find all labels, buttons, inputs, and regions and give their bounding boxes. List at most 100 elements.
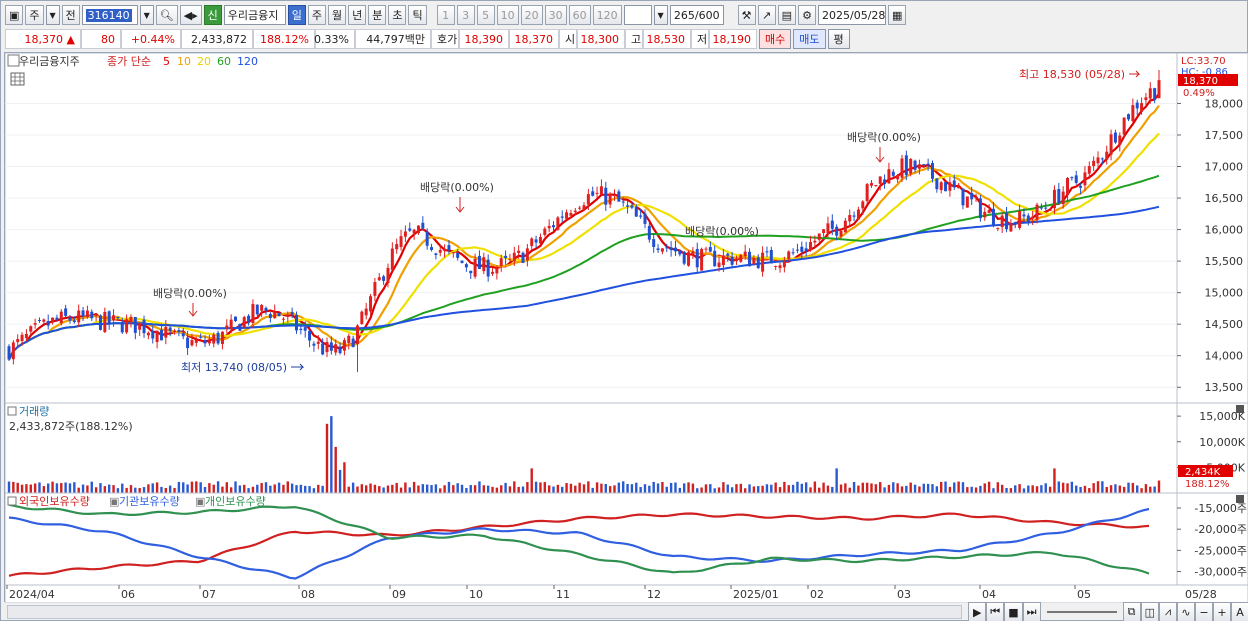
date-input[interactable]: 2025/05/28 xyxy=(818,5,887,25)
candle-body xyxy=(957,185,961,189)
minute-10-button[interactable]: 10 xyxy=(496,5,519,25)
minute-20-button[interactable]: 20 xyxy=(520,5,543,25)
volume-bar xyxy=(295,485,298,493)
chart-area[interactable]: 13,500 14,000 14,500 15,000 15,500 16,000 16,5… xyxy=(4,52,1248,604)
candle-body xyxy=(891,171,895,176)
stock-code-value: 316140 xyxy=(85,8,132,22)
scroll-first-icon[interactable]: ⏮ xyxy=(986,602,1005,621)
legend-toggle-icon[interactable] xyxy=(7,54,20,67)
volume-bar xyxy=(1044,483,1047,493)
grid-table-icon[interactable] xyxy=(10,72,25,86)
holding-tick-label: -25,000주 xyxy=(1194,544,1247,557)
minute-30-button[interactable]: 30 xyxy=(544,5,567,25)
stop-icon[interactable]: ■ xyxy=(1004,602,1023,621)
candle-body xyxy=(59,311,63,324)
save-icon[interactable]: ▤ xyxy=(777,5,797,25)
scroll-last-icon[interactable]: ⏭ xyxy=(1022,602,1041,621)
volume-toggle-icon[interactable] xyxy=(7,406,17,416)
candle-body xyxy=(578,207,582,209)
calendar-icon[interactable]: ▦ xyxy=(888,5,907,25)
x-tick-label: 02 xyxy=(810,588,824,601)
zoom-slider[interactable] xyxy=(1046,611,1117,613)
period-weekly-button[interactable]: 주 xyxy=(25,5,44,25)
candle-body xyxy=(1148,88,1152,99)
period-year-button[interactable]: 년 xyxy=(348,5,367,25)
period-tick-button[interactable]: 틱 xyxy=(408,5,427,25)
holding-sep-icon-2: ▣ xyxy=(195,495,205,508)
gear-icon[interactable]: ⚙ xyxy=(798,5,817,25)
average-button[interactable]: 평 xyxy=(827,29,850,49)
volume-bar xyxy=(373,484,377,493)
settings-tools-icon[interactable]: ⚒ xyxy=(737,5,756,25)
period-second-button[interactable]: 초 xyxy=(388,5,407,25)
candle-body xyxy=(434,253,438,256)
wave-icon[interactable]: ∿ xyxy=(1177,602,1195,621)
candle-body xyxy=(922,164,926,166)
holding-close-icon[interactable] xyxy=(1236,495,1244,503)
volume-bar xyxy=(761,485,764,493)
zoom-in-icon[interactable]: + xyxy=(1213,602,1231,621)
new-tag: 신 xyxy=(203,5,222,25)
volume-value: 2,433,872 xyxy=(181,29,253,49)
candle-body xyxy=(85,310,89,318)
minute-5-button[interactable]: 5 xyxy=(476,5,495,25)
volume-bar xyxy=(791,484,795,493)
speaker-icon[interactable]: ◀▸ xyxy=(179,5,202,25)
count-input[interactable]: 265/600 xyxy=(669,5,724,25)
volume-bar xyxy=(317,484,320,493)
volume-bar xyxy=(918,486,921,493)
minute-120-button[interactable]: 120 xyxy=(592,5,622,25)
view-all-button[interactable]: 전 xyxy=(61,5,80,25)
stock-code-input[interactable]: 316140 xyxy=(81,5,138,25)
volume-bar xyxy=(717,487,721,493)
overlay-icon[interactable]: ◫ xyxy=(1140,602,1159,621)
candle-body xyxy=(1092,160,1096,167)
period-week-button[interactable]: 주 xyxy=(307,5,326,25)
period-minute-button[interactable]: 분 xyxy=(368,5,387,25)
volume-bar xyxy=(125,487,128,493)
candle-body xyxy=(748,251,752,267)
volume-close-icon[interactable] xyxy=(1236,405,1244,413)
volume-bar xyxy=(813,481,817,493)
custom-period-dropdown[interactable]: ▼ xyxy=(653,5,668,25)
x-tick-label: 07 xyxy=(202,588,216,601)
volume-bar xyxy=(835,468,838,493)
chevron-down-icon[interactable]: ▼ xyxy=(45,5,60,25)
candle-body xyxy=(469,270,473,274)
volume-bar xyxy=(861,482,864,493)
candle-body xyxy=(930,163,934,179)
minute-1-button[interactable]: 1 xyxy=(436,5,455,25)
font-size-icon[interactable]: A xyxy=(1231,602,1248,621)
scroll-right-icon[interactable]: ▶ xyxy=(968,602,987,621)
stock-name-field[interactable]: 우리금융지 xyxy=(223,5,286,25)
chart-svg[interactable]: 13,500 14,000 14,500 15,000 15,500 16,000 16,5… xyxy=(4,52,1248,604)
horizontal-scrollbar[interactable] xyxy=(7,605,963,619)
copy-icon[interactable]: ⧉ xyxy=(1122,602,1141,621)
zoom-out-icon[interactable]: − xyxy=(1195,602,1213,621)
volume-ratio: 188.12% xyxy=(253,29,315,49)
pattern-icon[interactable]: ⩘ xyxy=(1159,602,1177,621)
stock-code-dropdown[interactable]: ▼ xyxy=(139,5,154,25)
period-daily-button[interactable]: 일 xyxy=(287,5,306,25)
volume-bar xyxy=(713,488,716,493)
candle-body xyxy=(216,332,220,344)
search-icon[interactable]: 🔍︎ xyxy=(155,5,178,25)
volume-bar xyxy=(569,483,573,493)
period-month-button[interactable]: 월 xyxy=(327,5,347,25)
buy-button[interactable]: 매수 xyxy=(759,29,792,49)
candle-body xyxy=(312,343,316,346)
candle-body xyxy=(395,244,399,250)
holding-toggle-icon[interactable] xyxy=(7,496,17,506)
minute-3-button[interactable]: 3 xyxy=(456,5,475,25)
chart-menu-icon[interactable]: ▣ xyxy=(5,5,24,25)
candle-body xyxy=(386,267,390,283)
volume-bar xyxy=(874,484,878,493)
custom-period-input[interactable] xyxy=(623,5,652,25)
sell-button[interactable]: 매도 xyxy=(793,29,826,49)
volume-bar xyxy=(260,483,263,493)
draw-tools-icon[interactable]: ↗ xyxy=(757,5,776,25)
candle-body xyxy=(1035,204,1039,220)
candle-body xyxy=(181,333,185,337)
candle-body xyxy=(952,180,956,188)
minute-60-button[interactable]: 60 xyxy=(568,5,591,25)
